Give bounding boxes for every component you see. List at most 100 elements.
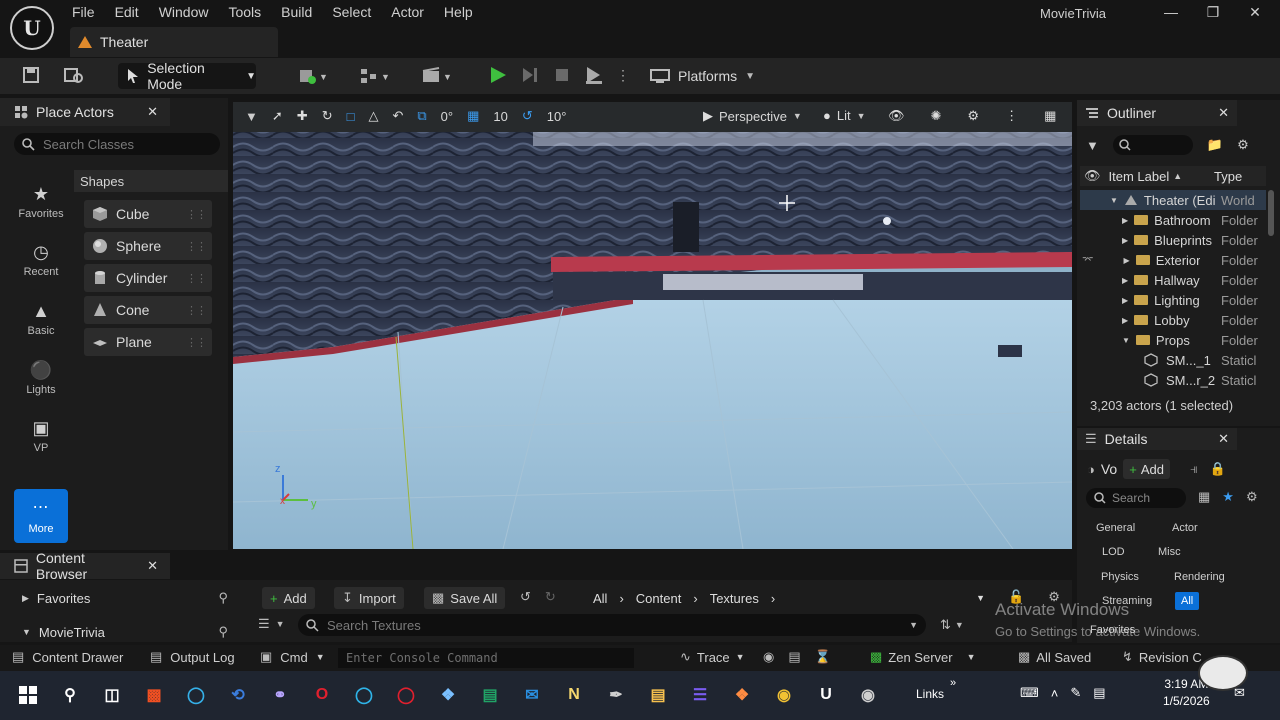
screenshot-icon[interactable]: ▤ bbox=[788, 649, 800, 665]
browse-level-icon[interactable] bbox=[64, 66, 84, 84]
category-favorites[interactable]: ★ Favorites bbox=[8, 184, 74, 220]
pen-icon[interactable]: ✎ bbox=[1070, 685, 1081, 701]
shape-plane[interactable]: Plane ⋮⋮ bbox=[84, 328, 212, 356]
back-icon[interactable]: ↺ bbox=[520, 589, 531, 605]
notes-icon[interactable]: ☰ bbox=[684, 679, 716, 711]
level-viewport[interactable]: z y x bbox=[233, 102, 1072, 549]
details-search-input[interactable]: Search bbox=[1086, 488, 1186, 508]
close-icon[interactable]: ✕ bbox=[147, 558, 158, 574]
category-recent[interactable]: ◷ Recent bbox=[8, 242, 74, 278]
details-tab-physics[interactable]: Physics bbox=[1095, 568, 1145, 586]
step-icon[interactable] bbox=[520, 65, 540, 85]
cmd-dropdown[interactable]: ▣ Cmd ▼ bbox=[260, 649, 325, 665]
unreal-logo-icon[interactable]: U bbox=[10, 6, 54, 50]
unreal-engine-icon[interactable]: U bbox=[810, 679, 842, 711]
breadcrumb-content[interactable]: Content bbox=[636, 591, 682, 606]
rotation-snap-value[interactable]: 10° bbox=[547, 109, 567, 124]
filter-dropdown[interactable]: ☰ ▼ bbox=[258, 616, 285, 632]
drag-handle-icon[interactable]: ⋮⋮ bbox=[186, 336, 207, 349]
menu-actor[interactable]: Actor bbox=[381, 0, 434, 24]
translate-snap-value[interactable]: 0° bbox=[441, 109, 453, 124]
details-tab-misc[interactable]: Misc bbox=[1152, 543, 1187, 561]
outliner-scrollbar[interactable] bbox=[1268, 190, 1274, 236]
play-icon[interactable] bbox=[488, 65, 508, 85]
rotate-tool-icon[interactable]: ↻ bbox=[322, 108, 333, 124]
trace-dropdown[interactable]: ∿ Trace ▼ bbox=[680, 649, 745, 665]
favorites-section[interactable]: ▶ Favorites ⚲ bbox=[22, 588, 228, 608]
details-tab-general[interactable]: General bbox=[1090, 519, 1141, 537]
outliner-row-actor[interactable]: SM...r_2 Staticl bbox=[1080, 370, 1266, 390]
performance-icon[interactable]: ✺ bbox=[931, 108, 942, 124]
settings-gear-icon[interactable]: ⚙ bbox=[1246, 489, 1258, 505]
place-actors-tab[interactable]: Place Actors ✕ bbox=[0, 98, 170, 126]
level-tab[interactable]: Theater bbox=[70, 27, 278, 57]
category-lights[interactable]: ⚫ Lights bbox=[8, 360, 74, 396]
category-more-button[interactable]: ⋯ More bbox=[14, 489, 68, 543]
settings-gear-icon[interactable]: ⚙ bbox=[967, 108, 979, 124]
viewport-options-icon[interactable]: ▼ bbox=[245, 109, 258, 124]
cinematics-icon[interactable]: ▼ bbox=[422, 66, 452, 84]
chevron-right-icon[interactable]: » bbox=[950, 677, 956, 689]
copilot-icon[interactable]: ❖ bbox=[726, 679, 758, 711]
add-content-icon[interactable]: ▼ bbox=[298, 66, 328, 84]
task-view-icon[interactable]: ◫ bbox=[96, 679, 128, 711]
chevron-down-icon[interactable]: ▼ bbox=[976, 593, 985, 603]
launch-icon[interactable] bbox=[584, 65, 604, 85]
shape-cone[interactable]: Cone ⋮⋮ bbox=[84, 296, 212, 324]
stop-icon[interactable] bbox=[552, 65, 572, 85]
filter-icon[interactable]: ▼ bbox=[1086, 138, 1099, 153]
vscode-icon[interactable]: ⟲ bbox=[222, 679, 254, 711]
arc-icon[interactable]: ⚭ bbox=[264, 679, 296, 711]
close-icon[interactable]: ✕ bbox=[147, 104, 158, 120]
zen-server-dropdown[interactable]: ▩ Zen Server ▼ bbox=[870, 649, 976, 665]
all-saved-button[interactable]: ▩ All Saved bbox=[1018, 649, 1091, 665]
selection-mode-dropdown[interactable]: Selection Mode ▼ bbox=[118, 60, 256, 92]
chrome-icon[interactable]: ◉ bbox=[768, 679, 800, 711]
store-icon[interactable]: ▩ bbox=[138, 679, 170, 711]
search-icon[interactable]: ⚲ bbox=[218, 590, 228, 606]
opera-icon[interactable]: O bbox=[306, 679, 338, 711]
scale-tool-icon[interactable]: □ bbox=[347, 109, 355, 124]
minimize-icon[interactable]: — bbox=[1150, 0, 1192, 24]
breadcrumb-textures[interactable]: Textures bbox=[710, 591, 759, 606]
select-tool-icon[interactable]: ➚ bbox=[272, 108, 283, 124]
show-eye-icon[interactable]: 👁 bbox=[888, 108, 905, 124]
menu-tools[interactable]: Tools bbox=[218, 0, 271, 24]
drag-handle-icon[interactable]: ⋮⋮ bbox=[186, 208, 207, 221]
table-view-icon[interactable]: ▦ bbox=[1198, 489, 1210, 505]
move-tool-icon[interactable]: ✚ bbox=[297, 108, 308, 124]
add-component-button[interactable]: + Add bbox=[1123, 459, 1170, 479]
visibility-icon[interactable]: 👁 bbox=[1084, 168, 1101, 184]
windows-start-icon[interactable] bbox=[12, 679, 44, 711]
add-button[interactable]: + Add bbox=[262, 587, 315, 609]
outliner-tab[interactable]: Outliner ✕ bbox=[1077, 100, 1237, 126]
details-tab-actor[interactable]: Actor bbox=[1166, 519, 1204, 537]
menu-build[interactable]: Build bbox=[271, 0, 322, 24]
play-options-icon[interactable]: ⋮ bbox=[616, 67, 630, 84]
console-command-input[interactable]: Enter Console Command bbox=[338, 648, 634, 668]
perspective-dropdown[interactable]: ▶ Perspective ▼ bbox=[703, 108, 802, 124]
links-toolbar[interactable]: Links bbox=[916, 687, 944, 701]
content-drawer-button[interactable]: ▤ Content Drawer bbox=[12, 649, 123, 665]
opera-gx-icon[interactable]: ◯ bbox=[390, 679, 422, 711]
project-folder-section[interactable]: ▼ MovieTrivia ⚲ bbox=[22, 622, 228, 642]
surface-snap-icon[interactable]: ↶ bbox=[392, 108, 403, 124]
sort-dropdown[interactable]: ⇅ ▼ bbox=[940, 617, 964, 633]
close-icon[interactable]: ✕ bbox=[1218, 105, 1229, 121]
outliner-row-folder[interactable]: ▶ Blueprints Folder bbox=[1080, 230, 1266, 250]
outliner-row-folder[interactable]: ▶ Hallway Folder bbox=[1080, 270, 1266, 290]
details-tab-lod[interactable]: LOD bbox=[1096, 543, 1131, 561]
content-browser-tab[interactable]: Content Browser ✕ bbox=[0, 550, 170, 582]
obs-icon[interactable]: ◉ bbox=[852, 679, 884, 711]
record-icon[interactable]: ◉ bbox=[763, 649, 774, 665]
drag-handle-icon[interactable]: ⋮⋮ bbox=[186, 240, 207, 253]
shape-sphere[interactable]: Sphere ⋮⋮ bbox=[84, 232, 212, 260]
item-label-column[interactable]: Item Label bbox=[1109, 169, 1170, 184]
drag-handle-icon[interactable]: ⋮⋮ bbox=[186, 304, 207, 317]
add-folder-icon[interactable]: 📁 bbox=[1207, 137, 1223, 153]
view-mode-dropdown[interactable]: ● Lit ▼ bbox=[823, 108, 866, 123]
pen-tool-icon[interactable]: ✒ bbox=[600, 679, 632, 711]
details-tab[interactable]: ☰ Details ✕ bbox=[1077, 428, 1237, 450]
search-classes-input[interactable]: Search Classes bbox=[14, 133, 220, 155]
favorite-star-icon[interactable]: ★ bbox=[1222, 489, 1234, 505]
